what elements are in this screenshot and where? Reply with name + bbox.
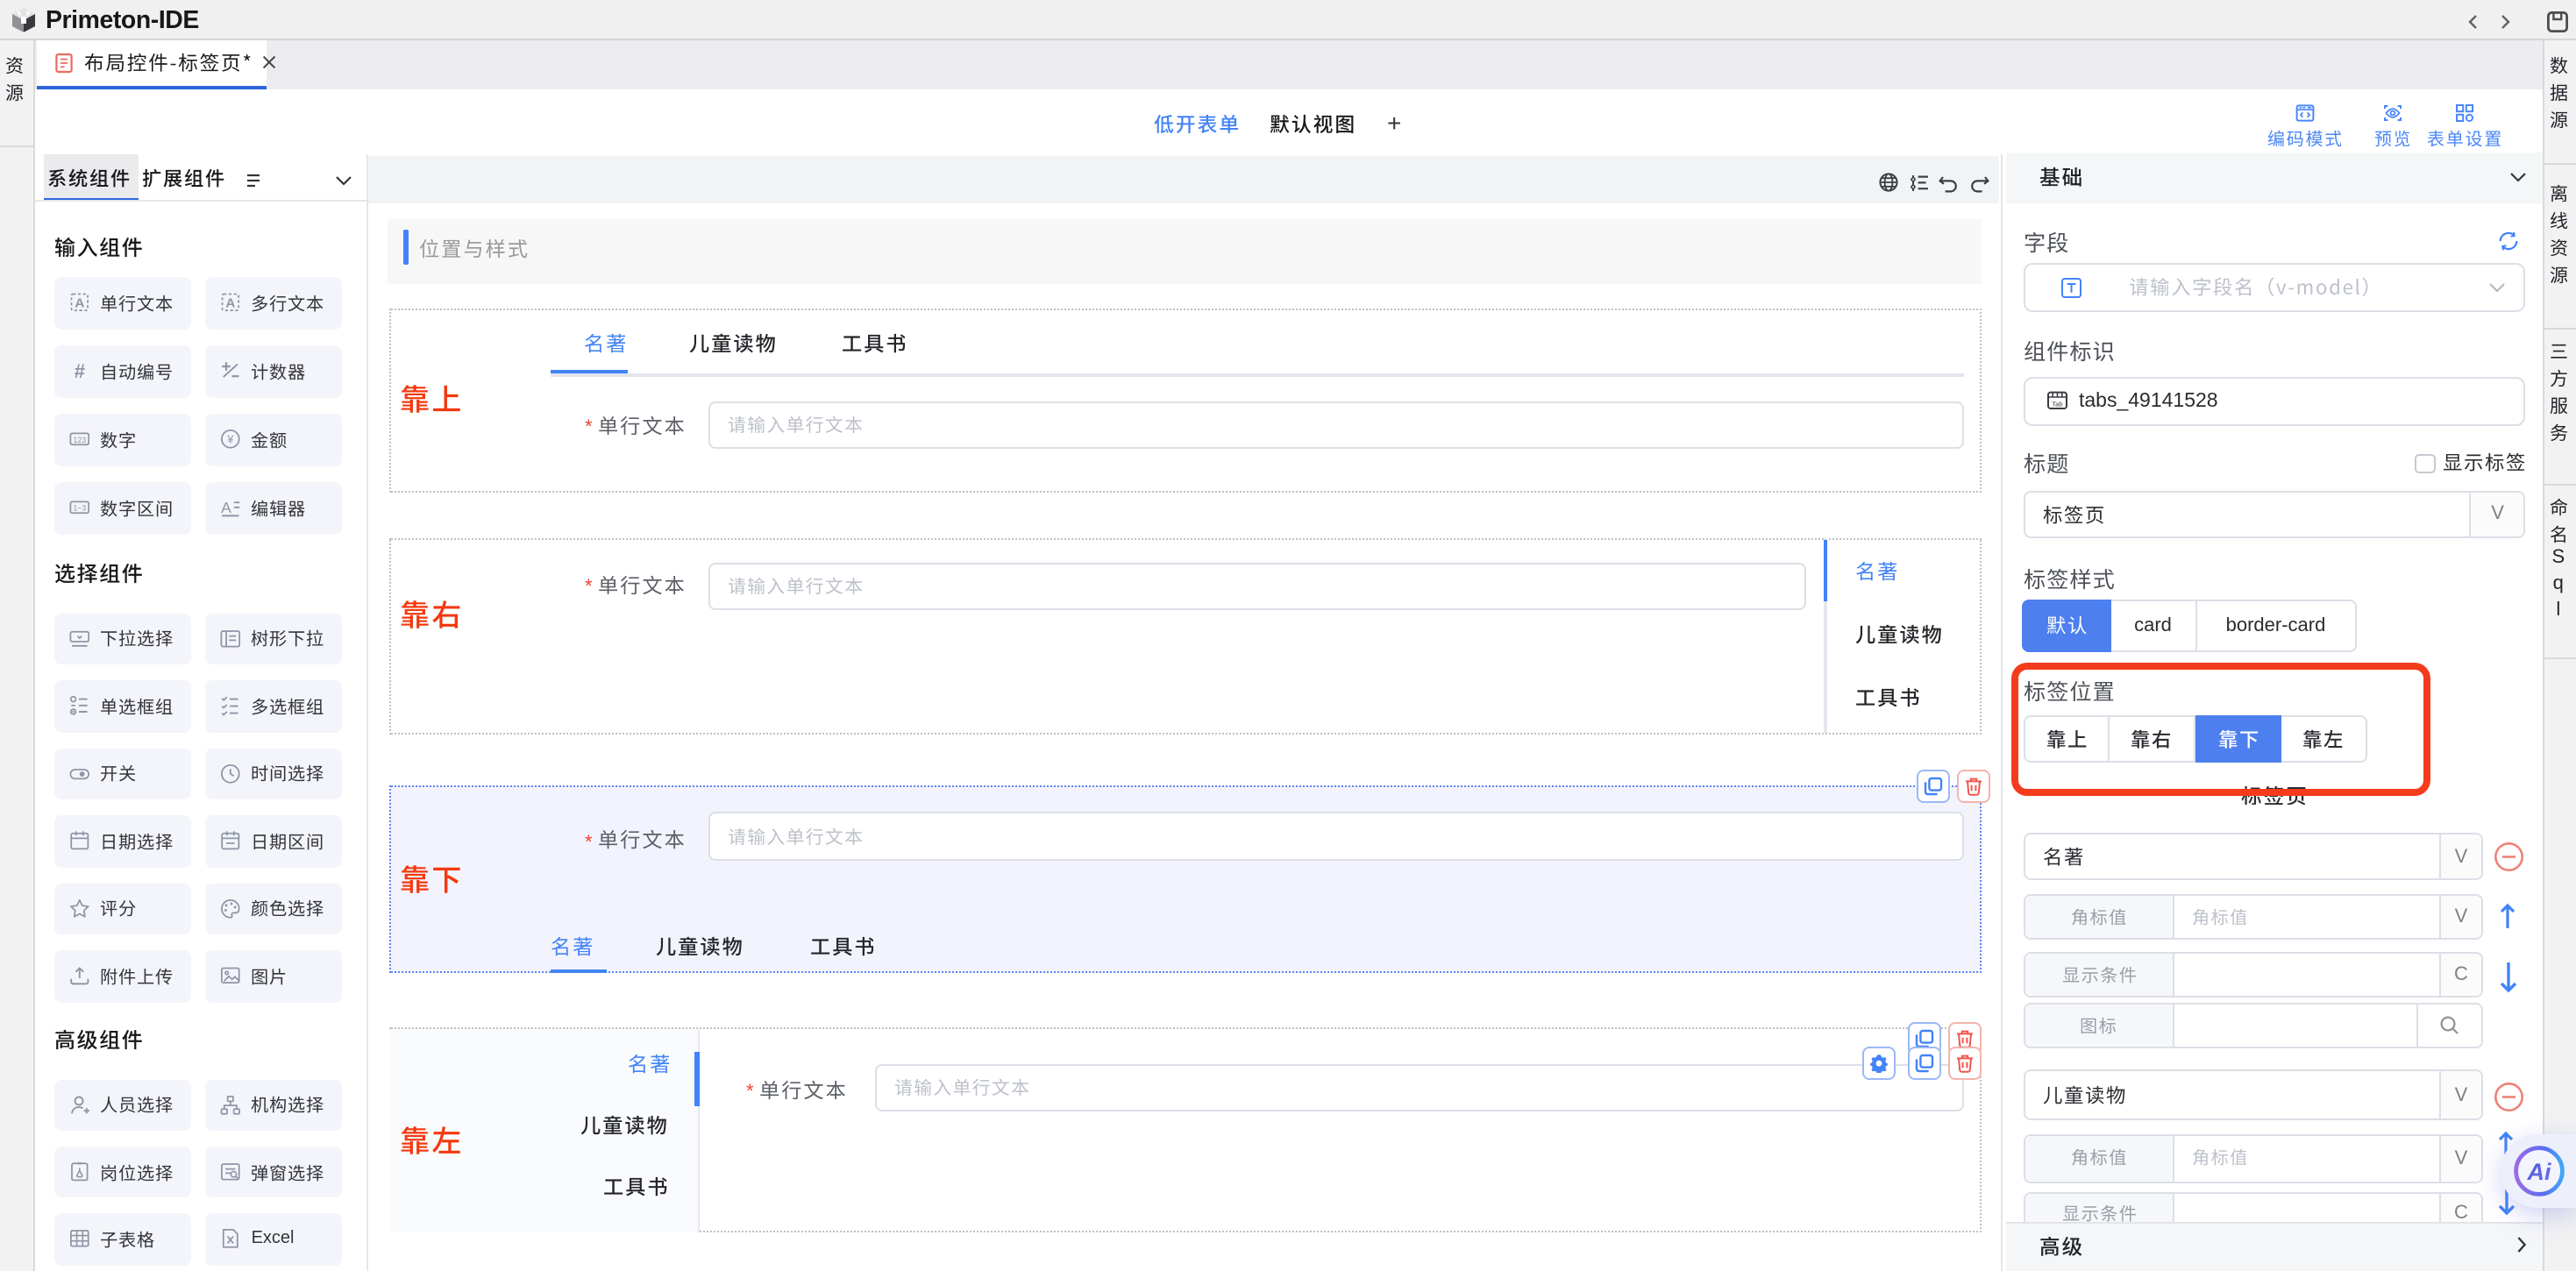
svg-text:1~3: 1~3 <box>72 504 85 513</box>
svg-text:Tab: Tab <box>2052 401 2062 408</box>
svg-text:Ai: Ai <box>2526 1158 2551 1184</box>
svg-text:#: # <box>74 360 85 382</box>
svg-text:A: A <box>224 296 234 311</box>
svg-text:A: A <box>220 500 231 517</box>
svg-text:¥: ¥ <box>225 433 233 446</box>
svg-text:A: A <box>74 296 83 311</box>
svg-text:123: 123 <box>72 437 85 445</box>
